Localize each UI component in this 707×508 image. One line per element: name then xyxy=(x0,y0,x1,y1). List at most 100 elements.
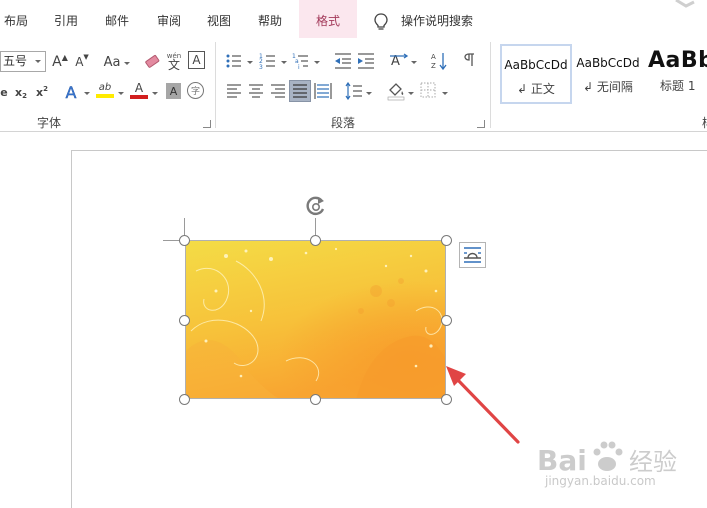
font-group-label: 字体 xyxy=(37,116,62,130)
asian-layout-chevron-icon xyxy=(411,61,417,64)
style-preview: AaBbCcDd xyxy=(576,56,640,70)
svg-text:i: i xyxy=(298,64,300,70)
tab-references[interactable]: 引用 xyxy=(54,0,78,38)
layout-options-button[interactable] xyxy=(459,242,486,268)
resize-handle-bottom-left[interactable] xyxy=(179,394,190,405)
phonetic-guide-button[interactable]: wén 文 xyxy=(164,50,184,72)
font-color-swatch xyxy=(130,95,148,99)
multilevel-list-icon[interactable]: 1 a i xyxy=(292,52,310,70)
highlight-chevron-icon xyxy=(118,92,124,95)
align-center-icon[interactable] xyxy=(248,83,264,99)
bullets-chevron-icon xyxy=(247,61,253,64)
highlight-color-swatch xyxy=(96,94,114,98)
increase-indent-icon[interactable] xyxy=(357,52,375,70)
align-right-icon[interactable] xyxy=(270,83,286,99)
lightbulb-icon[interactable] xyxy=(372,12,390,32)
numbering-icon[interactable]: 1 2 3 xyxy=(259,52,277,70)
bullets-icon[interactable] xyxy=(225,52,243,70)
text-effects-chevron-icon xyxy=(84,92,90,95)
page-edge xyxy=(71,150,707,151)
shrink-font-icon: A xyxy=(75,55,84,69)
chevron-down-icon xyxy=(35,60,41,63)
tab-review[interactable]: 审阅 xyxy=(157,0,181,38)
watermark-url: jingyan.baidu.com xyxy=(545,474,656,488)
text-effects-icon: A xyxy=(65,82,77,102)
shading-chevron-icon xyxy=(408,92,414,95)
character-border-button[interactable]: A xyxy=(188,51,205,69)
resize-handle-top-right[interactable] xyxy=(441,235,452,246)
resize-handle-top[interactable] xyxy=(310,235,321,246)
style-preview: AaBb xyxy=(648,48,707,73)
superscript-icon: x xyxy=(36,85,44,99)
strikethrough-button[interactable]: e xyxy=(0,83,8,101)
enclose-characters-icon: 字 xyxy=(190,87,200,97)
style-heading-1[interactable]: AaBb 标题 1 xyxy=(648,44,707,104)
style-normal[interactable]: AaBbCcDd ↲ 正文 xyxy=(500,44,572,104)
ribbon: 五号 A ▲ A ▼ Aa wén 文 A e x2 x2 A ab A A 字… xyxy=(0,38,707,132)
font-color-icon: A xyxy=(134,81,144,95)
multilevel-chevron-icon xyxy=(314,61,320,64)
change-case-button[interactable]: Aa xyxy=(100,52,124,72)
svg-text:Z: Z xyxy=(431,62,436,70)
line-spacing-chevron-icon xyxy=(366,92,372,95)
tab-mailings[interactable]: 邮件 xyxy=(105,0,129,38)
selected-picture[interactable] xyxy=(185,240,446,399)
show-formatting-marks-icon[interactable] xyxy=(462,52,478,70)
paragraph-group-label: 段落 xyxy=(331,116,356,130)
annotation-arrow-icon xyxy=(446,366,520,444)
group-separator xyxy=(215,42,216,128)
enclose-characters-button[interactable]: 字 xyxy=(187,82,204,99)
style-name: ↲ 无间隔 xyxy=(583,80,633,94)
styles-gallery: AaBbCcDd ↲ 正文 AaBbCcDd ↲ 无间隔 AaBb 标题 1 xyxy=(498,38,707,112)
character-shading-icon: A xyxy=(169,84,178,98)
sort-icon[interactable]: A Z xyxy=(430,51,448,71)
grow-font-icon: A xyxy=(52,54,62,70)
align-left-icon[interactable] xyxy=(226,83,242,99)
font-dialog-launcher-icon[interactable] xyxy=(203,120,211,128)
style-preview: AaBbCcDd xyxy=(504,58,568,72)
strikethrough-icon: e xyxy=(0,85,8,99)
tab-help[interactable]: 帮助 xyxy=(258,0,282,38)
character-shading-button[interactable]: A xyxy=(166,83,181,99)
style-name: 标题 1 xyxy=(660,79,696,93)
ribbon-corner-icon xyxy=(675,0,695,8)
superscript-button[interactable]: x2 xyxy=(33,83,51,101)
phonetic-guide-icon: 文 xyxy=(167,58,180,72)
font-color-button[interactable]: A xyxy=(129,80,149,100)
tell-me-search[interactable]: 操作说明搜索 xyxy=(401,0,473,42)
font-size-select[interactable]: 五号 xyxy=(0,51,46,72)
resize-handle-top-left[interactable] xyxy=(179,235,190,246)
subscript-small-text: 2 xyxy=(22,92,27,100)
borders-icon[interactable] xyxy=(420,82,436,98)
numbering-chevron-icon xyxy=(281,61,287,64)
subscript-button[interactable]: x2 xyxy=(12,83,30,101)
tab-view[interactable]: 视图 xyxy=(207,0,231,38)
tab-format[interactable]: 格式 xyxy=(299,0,357,38)
character-border-icon: A xyxy=(192,53,201,67)
text-effects-button[interactable]: A xyxy=(62,82,80,102)
resize-handle-right[interactable] xyxy=(441,315,452,326)
font-color-chevron-icon xyxy=(152,92,158,95)
rotate-handle-icon[interactable] xyxy=(303,194,329,218)
grow-font-button[interactable]: A ▲ xyxy=(51,52,69,72)
styles-group-label: 样 xyxy=(702,114,707,131)
tab-layout[interactable]: 布局 xyxy=(4,0,28,38)
clear-formatting-icon[interactable] xyxy=(143,52,161,70)
asian-layout-icon[interactable]: A xyxy=(389,51,409,71)
baidu-watermark-logo: Bai 经验 xyxy=(537,441,677,477)
highlight-button[interactable]: ab xyxy=(95,80,115,100)
subscript-icon: x xyxy=(15,85,23,99)
layout-options-icon xyxy=(464,247,481,263)
distributed-icon[interactable] xyxy=(314,82,332,100)
line-spacing-icon[interactable] xyxy=(345,82,363,100)
ribbon-tabs: 布局 引用 邮件 审阅 视图 帮助 格式 操作说明搜索 xyxy=(0,0,707,38)
paragraph-shading-icon[interactable] xyxy=(386,81,406,101)
resize-handle-left[interactable] xyxy=(179,315,190,326)
justify-icon xyxy=(293,84,307,98)
shrink-font-button[interactable]: A ▼ xyxy=(73,52,91,72)
paragraph-dialog-launcher-icon[interactable] xyxy=(477,120,485,128)
resize-handle-bottom[interactable] xyxy=(310,394,321,405)
style-no-spacing[interactable]: AaBbCcDd ↲ 无间隔 xyxy=(574,44,642,104)
justify-button[interactable] xyxy=(289,80,311,102)
decrease-indent-icon[interactable] xyxy=(334,52,352,70)
